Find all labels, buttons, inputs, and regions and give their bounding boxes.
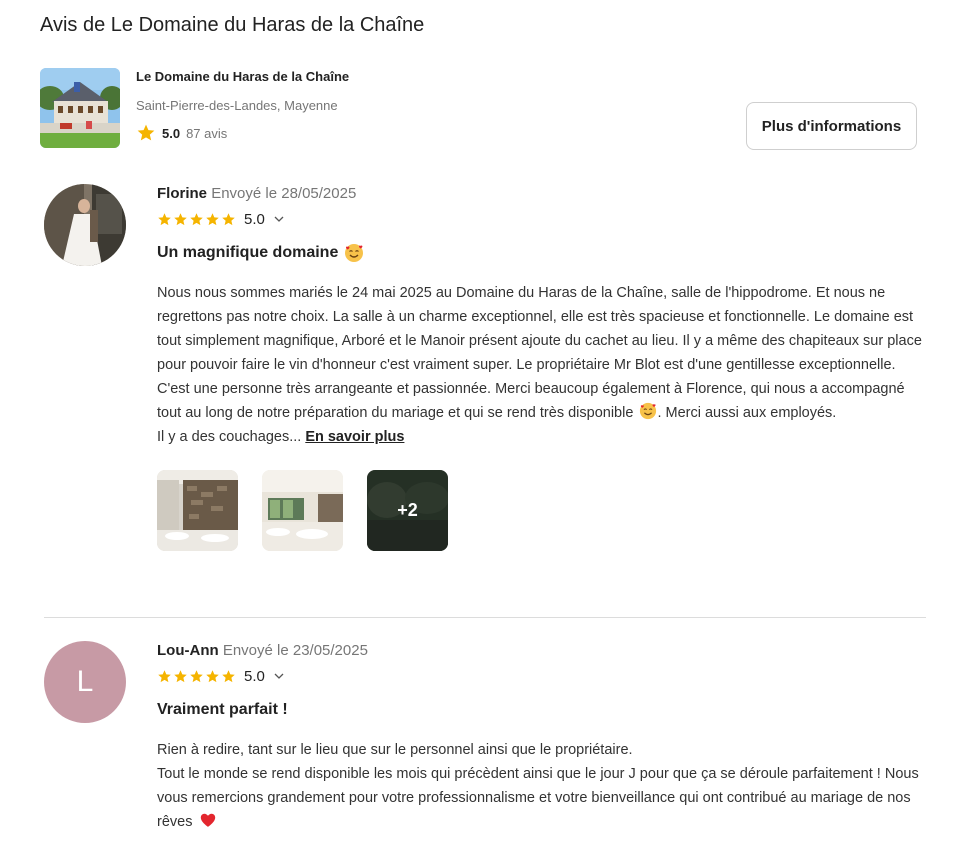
- star-icon: [158, 212, 171, 225]
- venue-review-count[interactable]: 87 avis: [186, 126, 227, 141]
- review-text: Nous nous sommes mariés le 24 mai 2025 a…: [157, 281, 927, 449]
- star-icon: [137, 124, 155, 141]
- heart-icon: [200, 813, 215, 827]
- review-body: Florine Envoyé le 28/05/2025 5.0 Un magn…: [157, 184, 927, 551]
- smiling-face-with-hearts-icon: [640, 402, 657, 420]
- chevron-down-icon[interactable]: [273, 670, 285, 682]
- review-photo[interactable]: [157, 470, 238, 551]
- star-icon: [190, 212, 203, 225]
- star-icon: [222, 212, 235, 225]
- review-author: Lou-Ann: [157, 642, 219, 659]
- page-title: Avis de Le Domaine du Haras de la Chaîne: [40, 14, 425, 36]
- review-rating-value: 5.0: [244, 667, 265, 685]
- review-text-part1: Nous nous sommes mariés le 24 mai 2025 a…: [157, 285, 922, 421]
- review-text: Rien à redire, tant sur le lieu que sur …: [157, 738, 927, 834]
- chevron-down-icon[interactable]: [273, 213, 285, 225]
- review-text-part3: Il y a des couchages...: [157, 429, 302, 445]
- review-title-text: Vraiment parfait !: [157, 701, 288, 718]
- review-photo-more[interactable]: +2: [367, 470, 448, 551]
- rating-stars: [157, 669, 236, 684]
- venue-rating-value: 5.0: [162, 125, 181, 141]
- review-date: Envoyé le 28/05/2025: [211, 185, 357, 202]
- review-text-line1: Rien à redire, tant sur le lieu que sur …: [157, 742, 633, 758]
- venue-thumbnail[interactable]: [40, 68, 120, 148]
- star-icon: [158, 669, 171, 682]
- smiling-face-with-hearts-icon: [345, 244, 364, 262]
- review-rating: 5.0: [157, 209, 927, 229]
- venue-rating: 5.0 87 avis: [136, 123, 227, 143]
- star-icon: [206, 669, 219, 682]
- star-icon: [174, 212, 187, 225]
- venue-name[interactable]: Le Domaine du Haras de la Chaîne: [136, 69, 349, 84]
- review-photos: +2: [157, 470, 927, 551]
- review-author: Florine: [157, 185, 208, 202]
- star-icon: [222, 669, 235, 682]
- star-icon: [206, 212, 219, 225]
- review-body: Lou-Ann Envoyé le 23/05/2025 5.0 Vraimen…: [157, 641, 927, 834]
- review-rating: 5.0: [157, 666, 927, 686]
- review-text-part2: . Merci aussi aux employés.: [657, 405, 837, 421]
- review-meta: Florine Envoyé le 28/05/2025: [157, 184, 927, 204]
- review-text-line2: Tout le monde se rend disponible les moi…: [157, 766, 919, 830]
- rating-stars: [157, 212, 236, 227]
- review-divider: [44, 617, 926, 618]
- review-date: Envoyé le 23/05/2025: [222, 642, 368, 659]
- review-meta: Lou-Ann Envoyé le 23/05/2025: [157, 641, 927, 661]
- more-info-button[interactable]: Plus d'informations: [746, 102, 917, 150]
- more-photos-count: +2: [397, 500, 418, 520]
- avatar: L: [44, 641, 126, 723]
- avatar: [44, 184, 126, 266]
- read-more-link[interactable]: En savoir plus: [305, 429, 404, 445]
- review-title: Un magnifique domaine: [157, 242, 927, 264]
- review-rating-value: 5.0: [244, 210, 265, 228]
- review-title-text: Un magnifique domaine: [157, 244, 339, 261]
- review-photo[interactable]: [262, 470, 343, 551]
- star-icon: [174, 669, 187, 682]
- star-icon: [190, 669, 203, 682]
- review-title: Vraiment parfait !: [157, 699, 927, 721]
- venue-location: Saint-Pierre-des-Landes, Mayenne: [136, 98, 338, 113]
